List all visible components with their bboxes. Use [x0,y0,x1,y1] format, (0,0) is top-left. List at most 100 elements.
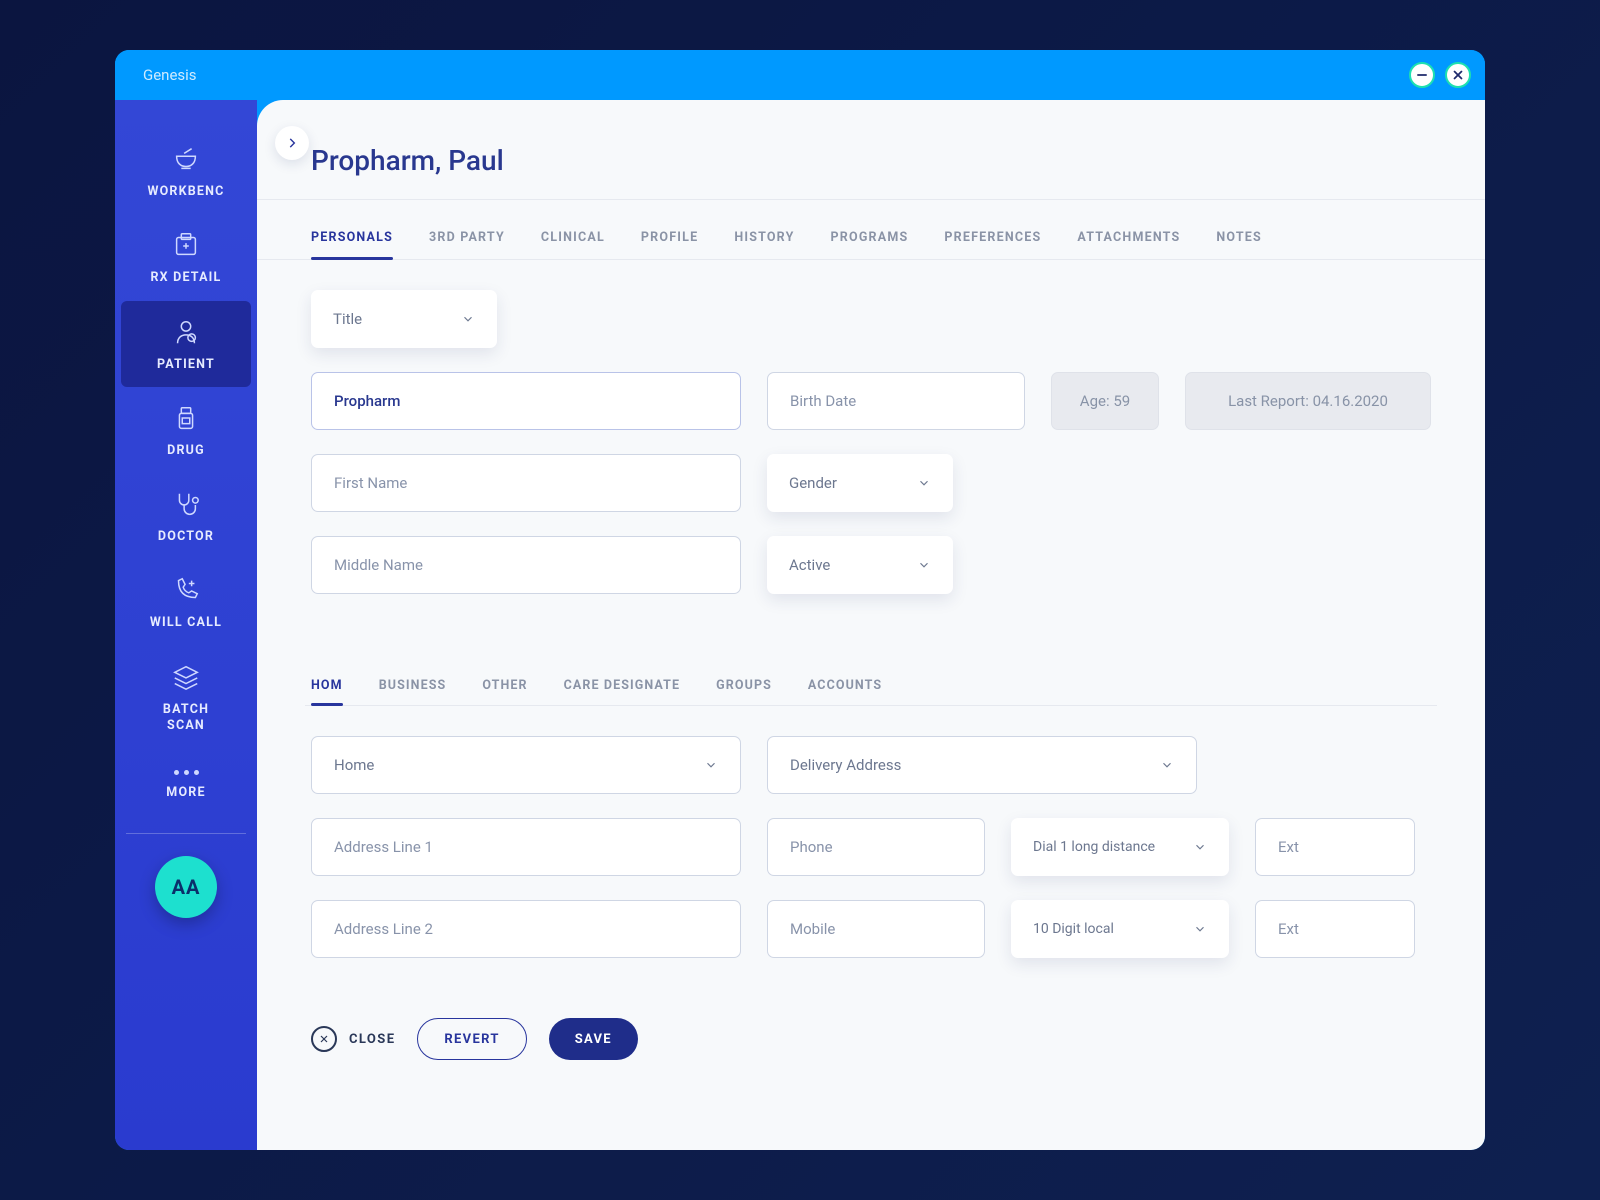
revert-label: REVERT [444,1032,499,1047]
first-name-field[interactable] [311,454,741,512]
select-label: Title [333,310,362,328]
phone-plus-icon [171,575,201,605]
active-select[interactable]: Active [767,536,953,594]
sidebar-item-label: WORKBENC [147,184,224,200]
sidebar-item-label: RX DETAIL [150,270,221,286]
select-label: 10 Digit local [1033,921,1114,937]
subtab-home[interactable]: HOM [311,674,343,705]
dots-icon [174,770,199,775]
phone-input[interactable] [790,838,962,856]
close-window-button[interactable] [1445,62,1471,88]
chevron-down-icon [1193,922,1207,936]
subtab-groups[interactable]: GROUPS [716,674,772,705]
tab-history[interactable]: HISTORY [734,222,794,259]
chevron-down-icon [461,312,475,326]
minus-icon [1415,68,1429,82]
first-name-input[interactable] [334,474,718,492]
titlebar: Genesis [115,50,1485,100]
sidebar-item-workbench[interactable]: WORKBENC [121,128,251,214]
address-type-select[interactable]: Home [311,736,741,794]
chevron-right-icon [285,136,299,150]
sidebar-item-doctor[interactable]: DOCTOR [121,473,251,559]
app-title: Genesis [143,66,197,84]
close-button[interactable]: CLOSE [311,1026,395,1052]
subtab-caredesignate[interactable]: CARE DESIGNATE [564,674,681,705]
phone-dial-select[interactable]: Dial 1 long distance [1011,818,1229,876]
mobile-field[interactable] [767,900,985,958]
sidebar-item-drug[interactable]: DRUG [121,387,251,473]
sidebar-item-rxdetail[interactable]: RX DETAIL [121,214,251,300]
tab-preferences[interactable]: PREFERENCES [944,222,1041,259]
select-label: Delivery Address [790,756,901,774]
gender-select[interactable]: Gender [767,454,953,512]
page-title: Propharm, Paul [311,144,1437,177]
tab-clinical[interactable]: CLINICAL [541,222,605,259]
save-button[interactable]: SAVE [549,1018,638,1060]
phone-ext-input[interactable] [1278,838,1392,856]
sidebar-item-label: MORE [166,785,205,801]
phone-field[interactable] [767,818,985,876]
chevron-down-icon [917,476,931,490]
tab-profile[interactable]: PROFILE [641,222,698,259]
subtab-business[interactable]: BUSINESS [379,674,447,705]
address-line1-input[interactable] [334,838,718,856]
mobile-ext-input[interactable] [1278,920,1392,938]
sidebar-item-label: DRUG [167,443,205,459]
user-avatar[interactable]: AA [155,856,217,918]
revert-button[interactable]: REVERT [417,1018,526,1060]
last-report-text: Last Report: 04.16.2020 [1228,392,1388,410]
subtab-accounts[interactable]: ACCOUNTS [808,674,882,705]
chevron-down-icon [1160,758,1174,772]
middle-name-field[interactable] [311,536,741,594]
sidebar-item-label: PATIENT [157,357,215,373]
sidebar-item-label: BATCH SCAN [163,702,209,735]
x-icon [1451,68,1465,82]
patient-icon [171,317,201,347]
save-label: SAVE [575,1032,612,1047]
tab-notes[interactable]: NOTES [1216,222,1262,259]
tab-programs[interactable]: PROGRAMS [831,222,909,259]
chevron-down-icon [1193,840,1207,854]
rx-icon [171,230,201,260]
mobile-input[interactable] [790,920,962,938]
mortar-icon [171,144,201,174]
sidebar-item-more[interactable]: MORE [121,748,251,815]
app-window: Genesis WORKBENC RX DETAIL PATIENT [115,50,1485,1150]
mobile-dial-select[interactable]: 10 Digit local [1011,900,1229,958]
drug-icon [171,403,201,433]
close-label: CLOSE [349,1032,395,1047]
chevron-down-icon [917,558,931,572]
stethoscope-icon [171,489,201,519]
title-select[interactable]: Title [311,290,497,348]
delivery-address-select[interactable]: Delivery Address [767,736,1197,794]
tab-3rdparty[interactable]: 3RD PARTY [429,222,505,259]
sidebar: WORKBENC RX DETAIL PATIENT DRUG DOCTOR W… [115,100,257,1150]
last-report-readonly: Last Report: 04.16.2020 [1185,372,1431,430]
address-line1-field[interactable] [311,818,741,876]
address-line2-field[interactable] [311,900,741,958]
sidebar-divider [126,833,246,834]
subtab-other[interactable]: OTHER [482,674,527,705]
sidebar-item-patient[interactable]: PATIENT [121,301,251,387]
last-name-field[interactable]: Propharm [311,372,741,430]
expand-button[interactable] [275,126,309,160]
address-line2-input[interactable] [334,920,718,938]
birth-date-input[interactable] [790,392,1002,410]
chevron-down-icon [704,758,718,772]
mobile-ext-field[interactable] [1255,900,1415,958]
sidebar-item-label: WILL CALL [150,615,222,631]
main-tabs: PERSONALS 3RD PARTY CLINICAL PROFILE HIS… [257,200,1485,260]
close-circle-icon [311,1026,337,1052]
last-name-value: Propharm [334,392,400,410]
main-panel: Propharm, Paul PERSONALS 3RD PARTY CLINI… [257,100,1485,1150]
sidebar-item-willcall[interactable]: WILL CALL [121,559,251,645]
age-readonly: Age: 59 [1051,372,1159,430]
sidebar-item-label: DOCTOR [158,529,214,545]
sidebar-item-batchscan[interactable]: BATCH SCAN [121,646,251,749]
birth-date-field[interactable] [767,372,1025,430]
tab-attachments[interactable]: ATTACHMENTS [1077,222,1180,259]
tab-personals[interactable]: PERSONALS [311,222,393,259]
minimize-button[interactable] [1409,62,1435,88]
phone-ext-field[interactable] [1255,818,1415,876]
middle-name-input[interactable] [334,556,718,574]
